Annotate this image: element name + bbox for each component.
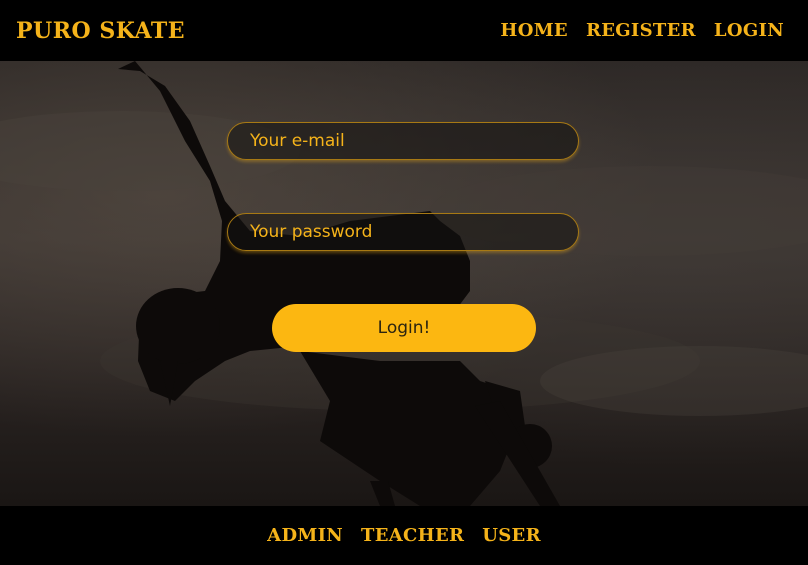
footer-admin-link[interactable]: ADMIN bbox=[267, 525, 343, 546]
nav-home-link[interactable]: HOME bbox=[500, 20, 568, 41]
login-button[interactable]: Login! bbox=[272, 304, 536, 352]
footer-user-link[interactable]: USER bbox=[482, 525, 541, 546]
brand-logo[interactable]: PURO SKATE bbox=[16, 18, 185, 44]
nav-register-link[interactable]: REGISTER bbox=[586, 20, 696, 41]
top-navbar: PURO SKATE HOME REGISTER LOGIN bbox=[0, 0, 808, 61]
footer-teacher-link[interactable]: TEACHER bbox=[361, 525, 464, 546]
password-input[interactable] bbox=[227, 213, 579, 251]
email-input[interactable] bbox=[227, 122, 579, 160]
hero-background: Login! bbox=[0, 61, 808, 506]
nav-login-link[interactable]: LOGIN bbox=[714, 20, 784, 41]
footer-bar: ADMIN TEACHER USER bbox=[0, 506, 808, 565]
main-nav: HOME REGISTER LOGIN bbox=[500, 20, 784, 41]
